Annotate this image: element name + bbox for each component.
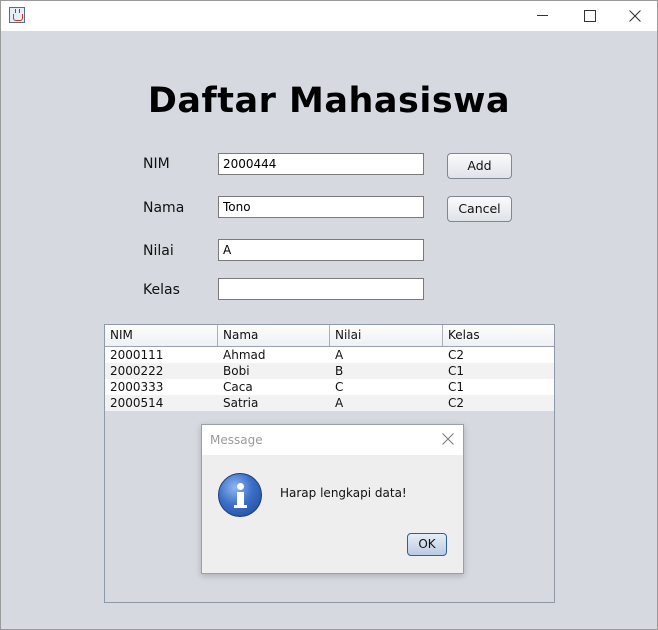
table-cell: A <box>335 396 344 410</box>
nilai-field[interactable] <box>218 239 424 261</box>
table-cell: C1 <box>448 380 465 394</box>
column-header-nilai[interactable]: Nilai <box>330 325 443 346</box>
minimize-button[interactable] <box>520 1 566 31</box>
table-cell: 2000222 <box>110 364 164 378</box>
close-icon <box>629 10 641 22</box>
title-bar[interactable] <box>1 1 657 31</box>
table-header: NIM Nama Nilai Kelas <box>105 325 554 347</box>
kelas-label: Kelas <box>143 282 180 298</box>
table-row[interactable]: 2000111 Ahmad A C2 <box>105 347 554 363</box>
cancel-button[interactable]: Cancel <box>447 196 512 222</box>
table-cell: 2000514 <box>110 396 164 410</box>
maximize-button[interactable] <box>566 1 612 31</box>
close-button[interactable] <box>612 1 658 31</box>
nim-label: NIM <box>143 156 170 172</box>
table-cell: Ahmad <box>223 348 266 362</box>
minimize-icon <box>537 15 548 16</box>
table-cell: Satria <box>223 396 259 410</box>
nim-field[interactable] <box>218 153 424 175</box>
nama-field[interactable] <box>218 196 424 218</box>
dialog-title-bar[interactable]: Message <box>202 425 463 455</box>
table-cell: B <box>335 364 344 378</box>
maximize-icon <box>584 10 596 22</box>
table-cell: 2000333 <box>110 380 164 394</box>
table-cell: A <box>335 348 344 362</box>
ok-button[interactable]: OK <box>407 533 447 556</box>
table-cell: C1 <box>448 364 465 378</box>
information-icon <box>218 473 262 517</box>
nama-label: Nama <box>143 200 185 216</box>
page-title: Daftar Mahasiswa <box>147 81 511 121</box>
table-cell: C <box>335 380 344 394</box>
table-cell: Caca <box>223 380 253 394</box>
column-header-nim[interactable]: NIM <box>105 325 218 346</box>
message-dialog: Message Harap lengkapi data! OK <box>201 424 464 574</box>
table-row[interactable]: 2000222 Bobi B C1 <box>105 363 554 379</box>
close-icon[interactable] <box>442 433 454 445</box>
add-button[interactable]: Add <box>447 153 512 179</box>
column-header-kelas[interactable]: Kelas <box>443 325 554 346</box>
nilai-label: Nilai <box>143 243 174 259</box>
java-cup-icon <box>9 7 25 23</box>
column-header-nama[interactable]: Nama <box>218 325 330 346</box>
table-row[interactable]: 2000514 Satria A C2 <box>105 395 554 411</box>
table-cell: C2 <box>448 396 465 410</box>
dialog-message: Harap lengkapi data! <box>280 486 407 500</box>
table-cell: 2000111 <box>110 348 164 362</box>
table-cell: Bobi <box>223 364 250 378</box>
app-window: Daftar Mahasiswa NIM Add Nama Cancel Nil… <box>0 0 658 630</box>
table-row[interactable]: 2000333 Caca C C1 <box>105 379 554 395</box>
dialog-title: Message <box>210 433 263 447</box>
table-cell: C2 <box>448 348 465 362</box>
kelas-field[interactable] <box>218 278 424 300</box>
table-body: 2000111 Ahmad A C2 2000222 Bobi B C1 200… <box>105 347 554 411</box>
